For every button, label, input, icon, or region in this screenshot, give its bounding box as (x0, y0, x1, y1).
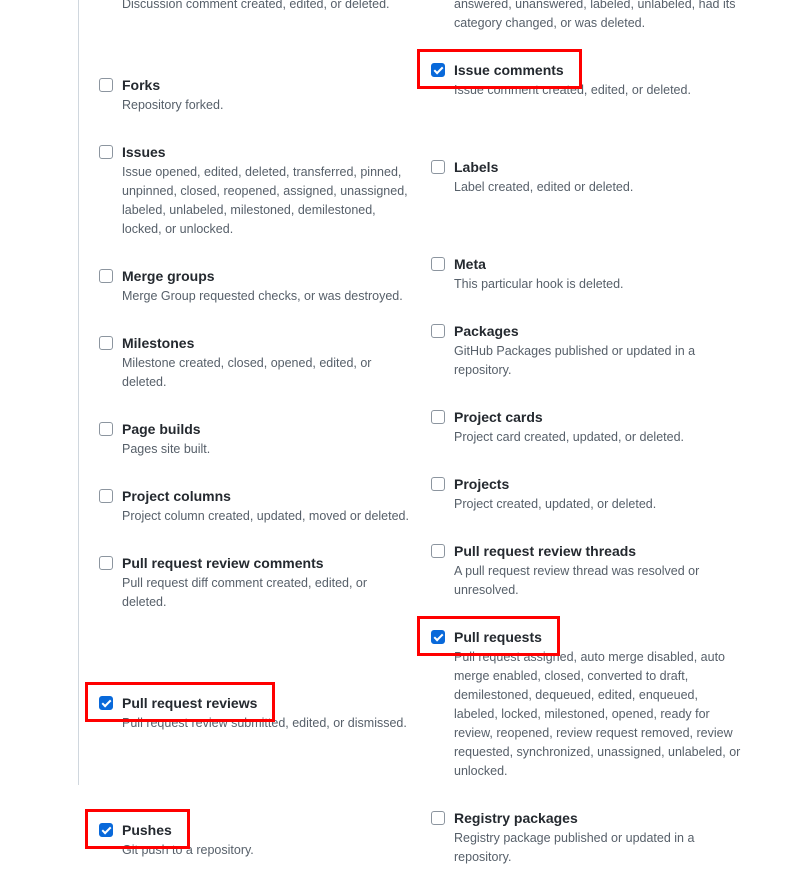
event-desc: Project column created, updated, moved o… (122, 507, 412, 526)
truncated-desc-right: answered, unanswered, labeled, unlabeled… (454, 0, 744, 57)
checkbox-packages[interactable] (431, 324, 445, 338)
checkbox-page-builds[interactable] (99, 422, 113, 436)
event-row: Forks (99, 76, 417, 94)
checkbox-pull-request-review-comments[interactable] (99, 556, 113, 570)
event-item-forks: Forks Repository forked. (99, 38, 417, 139)
event-row: Pull requests (431, 628, 749, 646)
event-label[interactable]: Pull request review comments (122, 554, 324, 572)
event-label[interactable]: Pull requests (454, 628, 542, 646)
event-row: Pushes (99, 821, 417, 839)
event-desc: Registry package published or updated in… (454, 829, 744, 867)
event-desc: GitHub Packages published or updated in … (454, 342, 744, 380)
event-row: Meta (431, 255, 749, 273)
event-label[interactable]: Page builds (122, 420, 201, 438)
event-desc: This particular hook is deleted. (454, 275, 744, 294)
event-row: Page builds (99, 420, 417, 438)
event-item-packages: Packages GitHub Packages published or upd… (431, 318, 749, 404)
event-row: Packages (431, 322, 749, 340)
event-label[interactable]: Project cards (454, 408, 543, 426)
event-label[interactable]: Packages (454, 322, 519, 340)
event-item-page-builds: Page builds Pages site built. (99, 416, 417, 483)
checkbox-projects[interactable] (431, 477, 445, 491)
event-row: Labels (431, 158, 749, 176)
event-row: Project cards (431, 408, 749, 426)
event-label[interactable]: Pull request review threads (454, 542, 636, 560)
event-label[interactable]: Labels (454, 158, 498, 176)
event-desc: Milestone created, closed, opened, edite… (122, 354, 412, 392)
event-label[interactable]: Pushes (122, 821, 172, 839)
event-item-registry-packages: Registry packages Registry package publis… (431, 805, 749, 891)
event-row: Issues (99, 143, 417, 161)
checkbox-forks[interactable] (99, 78, 113, 92)
event-item-project-columns: Project columns Project column created, u… (99, 483, 417, 550)
event-item-pull-request-reviews: Pull request reviews Pull request review … (99, 636, 417, 757)
checkbox-merge-groups[interactable] (99, 269, 113, 283)
checkbox-registry-packages[interactable] (431, 811, 445, 825)
events-col-right: answered, unanswered, labeled, unlabeled… (431, 0, 749, 891)
events-panel: Discussion comment created, edited, or d… (78, 0, 810, 785)
event-label[interactable]: Forks (122, 76, 160, 94)
event-desc: Issue opened, edited, deleted, transferr… (122, 163, 412, 239)
event-row: Project columns (99, 487, 417, 505)
event-desc: Label created, edited or deleted. (454, 178, 744, 197)
checkbox-milestones[interactable] (99, 336, 113, 350)
event-label[interactable]: Issue comments (454, 61, 564, 79)
event-desc: A pull request review thread was resolve… (454, 562, 744, 600)
checkbox-project-columns[interactable] (99, 489, 113, 503)
event-desc: Pages site built. (122, 440, 412, 459)
event-label[interactable]: Project columns (122, 487, 231, 505)
event-row: Issue comments (431, 61, 749, 79)
event-desc: Pull request diff comment created, edite… (122, 574, 412, 612)
event-row: Pull request review comments (99, 554, 417, 572)
event-desc: Pull request assigned, auto merge disabl… (454, 648, 744, 781)
event-label[interactable]: Milestones (122, 334, 194, 352)
event-item-milestones: Milestones Milestone created, closed, ope… (99, 330, 417, 416)
event-desc: Git push to a repository. (122, 841, 412, 860)
event-item-pull-request-review-comments: Pull request review comments Pull request… (99, 550, 417, 636)
events-col-left: Discussion comment created, edited, or d… (99, 0, 417, 891)
checkbox-pushes[interactable] (99, 823, 113, 837)
event-item-pull-request-review-threads: Pull request review threads A pull reques… (431, 538, 749, 624)
event-row: Projects (431, 475, 749, 493)
event-row: Pull request reviews (99, 694, 417, 712)
checkbox-pull-requests[interactable] (431, 630, 445, 644)
checkbox-project-cards[interactable] (431, 410, 445, 424)
checkbox-issue-comments[interactable] (431, 63, 445, 77)
checkbox-labels[interactable] (431, 160, 445, 174)
event-item-project-cards: Project cards Project card created, updat… (431, 404, 749, 471)
event-item-projects: Projects Project created, updated, or del… (431, 471, 749, 538)
event-item-issues: Issues Issue opened, edited, deleted, tra… (99, 139, 417, 263)
event-label[interactable]: Registry packages (454, 809, 578, 827)
event-item-labels: Labels Label created, edited or deleted. (431, 124, 749, 221)
event-row: Registry packages (431, 809, 749, 827)
event-desc: Pull request review submitted, edited, o… (122, 714, 412, 733)
event-row: Milestones (99, 334, 417, 352)
event-label[interactable]: Meta (454, 255, 486, 273)
event-label[interactable]: Projects (454, 475, 509, 493)
checkbox-pull-request-review-threads[interactable] (431, 544, 445, 558)
event-desc: Merge Group requested checks, or was des… (122, 287, 412, 306)
events-columns: Discussion comment created, edited, or d… (99, 0, 810, 891)
event-item-pull-requests: Pull requests Pull request assigned, auto… (431, 624, 749, 805)
checkbox-issues[interactable] (99, 145, 113, 159)
truncated-desc-left: Discussion comment created, edited, or d… (122, 0, 412, 38)
event-desc: Project created, updated, or deleted. (454, 495, 744, 514)
event-item-pushes: Pushes Git push to a repository. (99, 757, 417, 884)
event-row: Pull request review threads (431, 542, 749, 560)
event-desc: Repository forked. (122, 96, 412, 115)
event-item-merge-groups: Merge groups Merge Group requested checks… (99, 263, 417, 330)
event-label[interactable]: Issues (122, 143, 166, 161)
event-item-issue-comments: Issue comments Issue comment created, edi… (431, 57, 749, 124)
event-item-meta: Meta This particular hook is deleted. (431, 221, 749, 318)
event-label[interactable]: Pull request reviews (122, 694, 257, 712)
event-row: Merge groups (99, 267, 417, 285)
checkbox-pull-request-reviews[interactable] (99, 696, 113, 710)
event-desc: Issue comment created, edited, or delete… (454, 81, 744, 100)
event-label[interactable]: Merge groups (122, 267, 215, 285)
checkbox-meta[interactable] (431, 257, 445, 271)
event-desc: Project card created, updated, or delete… (454, 428, 744, 447)
